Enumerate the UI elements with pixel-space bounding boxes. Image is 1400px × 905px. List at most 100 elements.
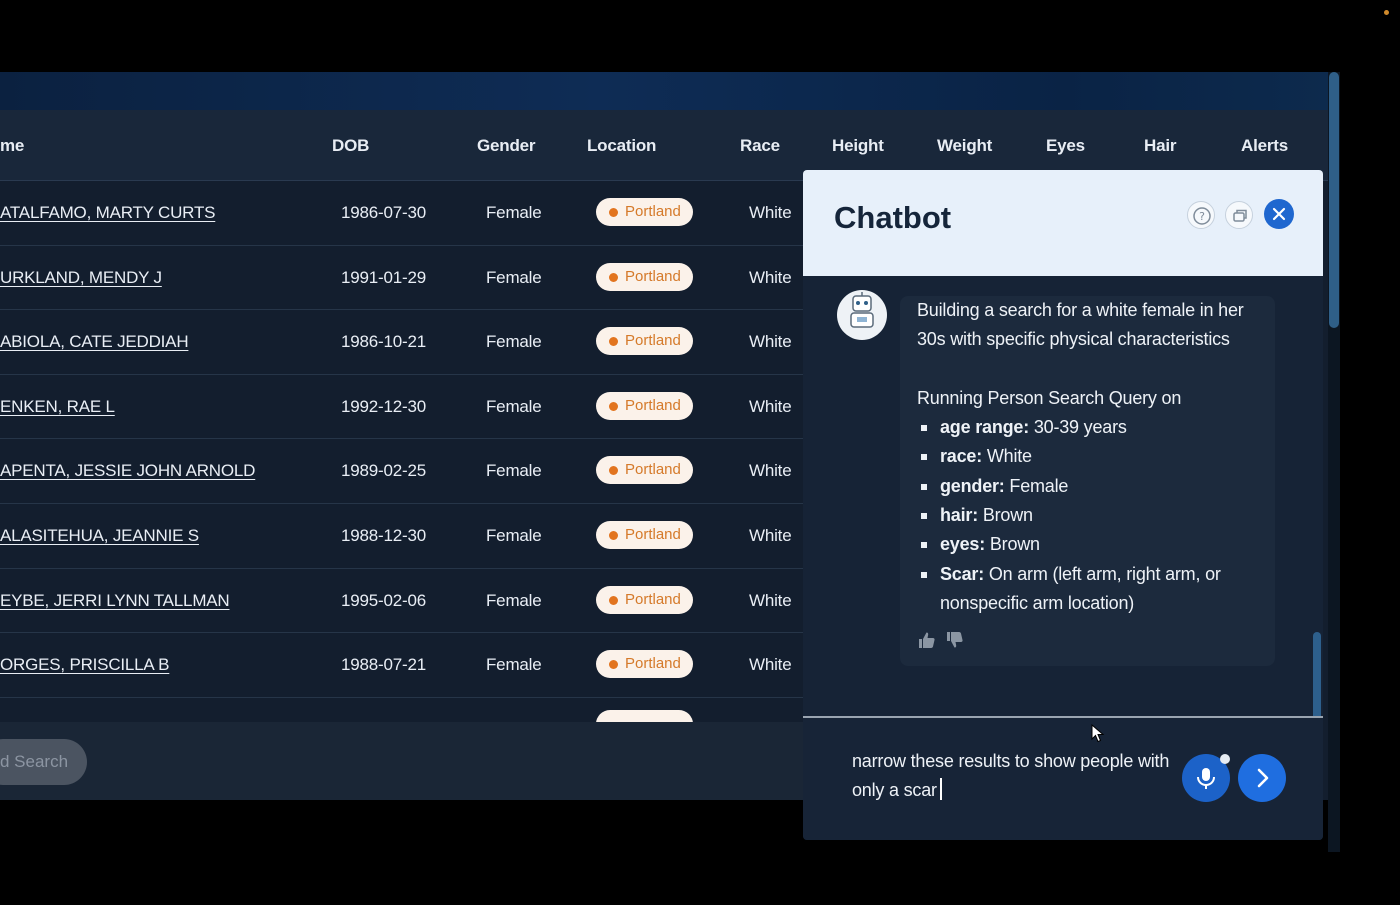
person-name-link[interactable]: EYBE, JERRI LYNN TALLMAN bbox=[0, 569, 230, 633]
criteria-list: age range: 30-39 years race: White gende… bbox=[917, 413, 1267, 618]
location-dot-icon bbox=[609, 401, 618, 411]
criteria-item: age range: 30-39 years bbox=[917, 413, 1267, 442]
dob-cell: 1988-12-30 bbox=[341, 526, 426, 545]
results-table-body: ATALFAMO, MARTY CURTS 1986-07-30 Female … bbox=[0, 181, 803, 722]
help-icon[interactable]: ? bbox=[1187, 201, 1215, 229]
location-badge: Portland bbox=[596, 262, 693, 291]
dob-cell: 1986-10-21 bbox=[341, 332, 426, 352]
dob-cell: 1992-12-30 bbox=[341, 396, 426, 416]
column-header-dob[interactable]: DOB bbox=[332, 110, 369, 181]
gender-cell: Female bbox=[486, 267, 542, 287]
page-scrollbar-thumb[interactable] bbox=[1329, 72, 1339, 328]
person-name-link[interactable]: ABIOLA, CATE JEDDIAH bbox=[0, 310, 189, 374]
location-label: Portland bbox=[625, 203, 681, 220]
person-name-link[interactable]: ENKEN, RAE L bbox=[0, 375, 115, 439]
send-button[interactable] bbox=[1238, 754, 1286, 802]
gender-cell: Female bbox=[486, 526, 542, 545]
location-label: Portland bbox=[625, 396, 681, 414]
chatbot-header: Chatbot ? bbox=[803, 170, 1323, 276]
chatbot-title: Chatbot bbox=[834, 200, 952, 235]
location-dot-icon bbox=[609, 337, 618, 347]
message-intro: Building a search for a white female in … bbox=[917, 300, 1244, 350]
table-row[interactable]: ALASITEHUA, JEANNIE S 1988-12-30 Female … bbox=[0, 504, 803, 569]
dob-cell: 1995-02-06 bbox=[341, 590, 426, 610]
search-button[interactable]: d Search bbox=[0, 739, 87, 785]
robot-icon bbox=[837, 290, 887, 340]
microphone-status-dot bbox=[1220, 754, 1230, 764]
close-button[interactable] bbox=[1264, 199, 1294, 229]
location-dot-icon bbox=[609, 208, 618, 217]
location-label: Portland bbox=[625, 332, 681, 350]
table-row[interactable]: EYBE, JERRI LYNN TALLMAN 1995-02-06 Fema… bbox=[0, 568, 803, 634]
location-label: Portland bbox=[625, 590, 681, 608]
svg-text:?: ? bbox=[1199, 210, 1205, 223]
table-row[interactable]: ORGES, PRISCILLA B 1988-07-21 Female Por… bbox=[0, 633, 803, 698]
dob-cell: 1986-07-30 bbox=[341, 203, 426, 222]
race-cell: White bbox=[749, 267, 792, 287]
criteria-item: gender: Female bbox=[917, 472, 1267, 501]
location-badge: Portland bbox=[596, 327, 693, 356]
table-row[interactable]: URKLAND, MENDY J 1991-01-29 Female Portl… bbox=[0, 245, 803, 311]
person-name-link[interactable]: ATALFAMO, MARTY CURTS bbox=[0, 181, 215, 245]
location-badge: Portland bbox=[596, 585, 693, 614]
table-row[interactable]: ABIOLA, CATE JEDDIAH 1986-10-21 Female P… bbox=[0, 310, 803, 375]
table-row[interactable]: ENKEN, RAE L 1992-12-30 Female Portland … bbox=[0, 374, 803, 440]
race-cell: White bbox=[749, 655, 792, 675]
location-dot-icon bbox=[609, 660, 618, 670]
table-footer: d Search bbox=[0, 722, 803, 800]
chat-input-field[interactable]: narrow these results to show people with… bbox=[852, 747, 1172, 806]
location-dot-icon bbox=[609, 595, 618, 605]
person-name-link[interactable]: APENTA, JESSIE JOHN ARNOLD bbox=[0, 439, 255, 503]
location-badge: Portland bbox=[596, 391, 693, 420]
criteria-item: eyes: Brown bbox=[917, 530, 1267, 559]
text-caret bbox=[939, 778, 942, 801]
table-row[interactable]: ATALFAMO, MARTY CURTS 1986-07-30 Female … bbox=[0, 181, 803, 246]
copy-icon[interactable] bbox=[1225, 201, 1253, 229]
location-label: Portland bbox=[625, 655, 681, 673]
gender-cell: Female bbox=[486, 396, 542, 416]
bot-message-text: Building a search for a white female in … bbox=[917, 296, 1267, 618]
gender-cell: Female bbox=[486, 590, 542, 610]
chat-messages[interactable]: Building a search for a white female in … bbox=[803, 276, 1323, 716]
chevron-right-icon bbox=[1257, 768, 1269, 788]
location-dot-icon bbox=[609, 466, 618, 476]
dob-cell: 1988-07-21 bbox=[341, 655, 426, 675]
bot-message: Building a search for a white female in … bbox=[900, 296, 1275, 666]
criteria-item: Scar: On arm (left arm, right arm, or no… bbox=[917, 560, 1267, 619]
chat-scrollbar-thumb[interactable] bbox=[1313, 632, 1321, 716]
race-cell: White bbox=[749, 396, 792, 416]
person-name-link[interactable]: URKLAND, MENDY J bbox=[0, 246, 162, 310]
mouse-cursor-icon bbox=[1091, 724, 1105, 743]
race-cell: White bbox=[749, 526, 792, 545]
race-cell: White bbox=[749, 203, 792, 222]
race-cell: White bbox=[749, 461, 792, 481]
location-badge-partial bbox=[596, 709, 693, 722]
location-dot-icon bbox=[609, 531, 618, 540]
gender-cell: Female bbox=[486, 203, 542, 222]
location-label: Portland bbox=[625, 267, 681, 285]
column-header-location[interactable]: Location bbox=[587, 110, 656, 181]
column-header-name[interactable]: me bbox=[0, 110, 24, 181]
gender-cell: Female bbox=[486, 332, 542, 352]
location-badge: Portland bbox=[596, 456, 693, 485]
location-badge: Portland bbox=[596, 650, 693, 679]
message-query-heading: Running Person Search Query on bbox=[917, 387, 1182, 408]
person-name-link[interactable]: ORGES, PRISCILLA B bbox=[0, 633, 170, 697]
location-label: Portland bbox=[625, 526, 681, 543]
thumbs-down-icon[interactable] bbox=[945, 630, 965, 650]
recording-indicator bbox=[1384, 10, 1389, 15]
location-label: Portland bbox=[625, 461, 681, 479]
gender-cell: Female bbox=[486, 655, 542, 675]
column-header-gender[interactable]: Gender bbox=[477, 110, 536, 181]
location-dot-icon bbox=[609, 272, 618, 282]
table-row[interactable]: APENTA, JESSIE JOHN ARNOLD 1989-02-25 Fe… bbox=[0, 439, 803, 504]
criteria-item: hair: Brown bbox=[917, 501, 1267, 530]
person-name-link[interactable]: ALASITEHUA, JEANNIE S bbox=[0, 504, 199, 568]
table-row-partial bbox=[0, 697, 803, 722]
location-badge: Portland bbox=[596, 521, 693, 549]
column-header-race[interactable]: Race bbox=[740, 110, 780, 181]
app-banner bbox=[0, 72, 1330, 110]
criteria-item: race: White bbox=[917, 442, 1267, 471]
thumbs-up-icon[interactable] bbox=[917, 630, 937, 650]
dob-cell: 1991-01-29 bbox=[341, 267, 426, 287]
